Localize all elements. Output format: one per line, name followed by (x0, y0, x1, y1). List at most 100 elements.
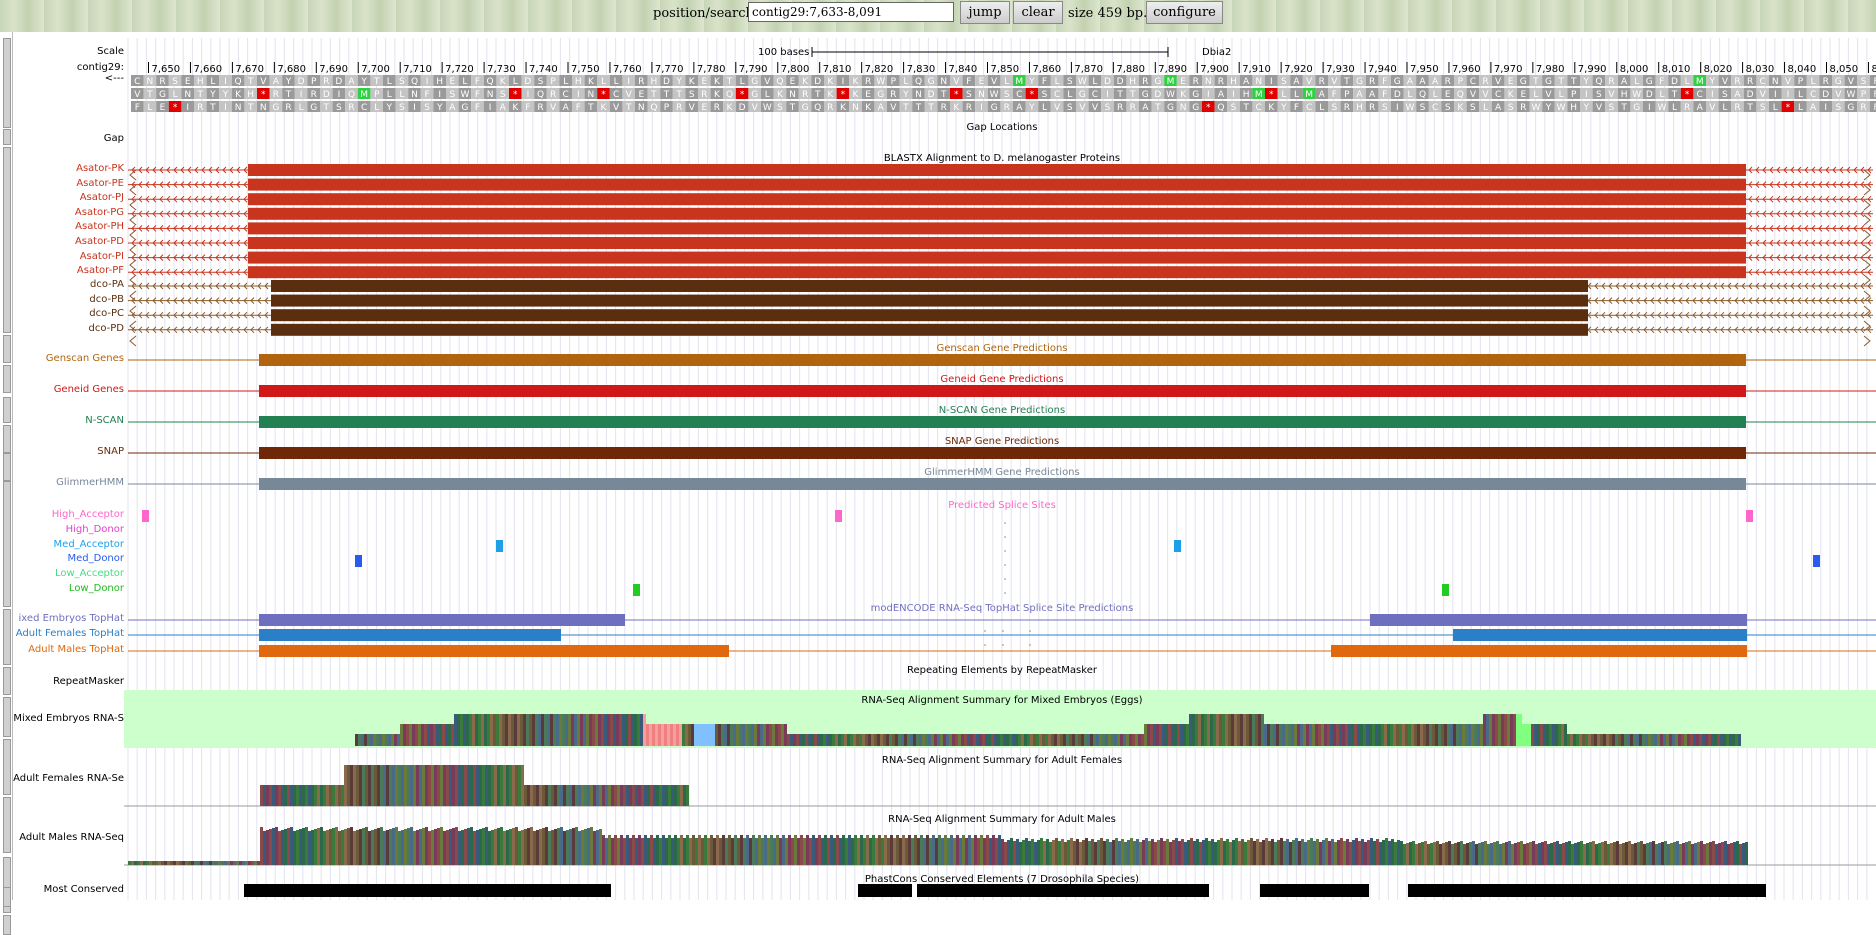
tophat-junction[interactable] (1453, 629, 1747, 641)
splice-row-label[interactable]: Low_Donor (69, 583, 124, 594)
tophat-junction[interactable] (1370, 614, 1747, 626)
nscan-label[interactable]: N-SCAN (85, 415, 124, 426)
track-image[interactable]: 100 bases Dbia27,650 7,660 7,670 7,680 7,690 7… (101, 32, 1876, 900)
asator-label[interactable]: Asator-PK (76, 163, 124, 174)
coverage-bar (1171, 724, 1174, 746)
blastx-alignment-block[interactable] (248, 251, 1746, 264)
asator-label[interactable]: Asator-PJ (80, 192, 124, 203)
splice-site-marker[interactable] (142, 510, 149, 522)
position-search-input[interactable] (748, 2, 954, 22)
track-toggle-button[interactable] (3, 797, 11, 853)
track-toggle-button[interactable] (3, 38, 11, 128)
track-toggle-button[interactable] (3, 481, 11, 607)
configure-button[interactable]: configure (1146, 1, 1223, 24)
tophat-row-label[interactable]: Adult Females TopHat (16, 628, 124, 639)
track-toggle-button[interactable] (3, 739, 11, 795)
amino-acid-letter: T (197, 90, 204, 100)
amino-acid-letter: L (173, 90, 178, 100)
blastx-alignment-block[interactable] (248, 237, 1746, 249)
jump-button[interactable]: jump (960, 1, 1010, 24)
dco-label[interactable]: dco-PD (89, 323, 125, 334)
track-toggle-button[interactable] (3, 453, 11, 481)
scale-label[interactable]: Scale (97, 46, 124, 57)
blastx-alignment-block[interactable] (271, 309, 1588, 322)
ruler-tick-label: 7,770 (655, 64, 684, 75)
track-toggle-button[interactable] (3, 697, 11, 737)
clear-button[interactable]: clear (1013, 1, 1063, 24)
track-toggle-button[interactable] (3, 335, 11, 363)
snap-gene-block[interactable] (259, 447, 1746, 459)
asator-label[interactable]: Asator-PE (76, 178, 124, 189)
track-toggle-button[interactable] (3, 609, 11, 665)
track-toggle-button[interactable] (3, 147, 11, 333)
splice-site-marker[interactable] (496, 540, 503, 552)
blastx-alignment-block[interactable] (271, 280, 1588, 292)
asator-label[interactable]: Asator-PI (80, 251, 124, 262)
tophat-row-label[interactable]: ixed Embryos TopHat (19, 613, 124, 624)
rna-embryo-label[interactable]: Mixed Embryos RNA-S (13, 713, 124, 724)
geneid-gene-block[interactable] (259, 385, 1746, 397)
conserved-element[interactable] (1260, 884, 1369, 897)
asator-label[interactable]: Asator-PH (75, 221, 124, 232)
splice-site-marker[interactable] (1813, 555, 1820, 567)
track-toggle-button[interactable] (3, 667, 11, 695)
tophat-junction[interactable] (259, 645, 729, 657)
blastx-alignment-block[interactable] (271, 294, 1588, 307)
contig-label[interactable]: contig29: (77, 62, 124, 73)
conserved-element[interactable] (858, 884, 912, 897)
rna-females-label[interactable]: Adult Females RNA-Se (13, 773, 124, 784)
track-toggle-button[interactable] (3, 129, 11, 145)
snap-label[interactable]: SNAP (97, 446, 124, 457)
gap-label[interactable]: Gap (104, 133, 124, 144)
nscan-gene-block[interactable] (259, 416, 1746, 428)
blastx-alignment-block[interactable] (248, 266, 1746, 279)
coverage-bar (521, 765, 524, 806)
blastx-alignment-block[interactable] (271, 323, 1588, 336)
blastx-alignment-block[interactable] (248, 222, 1746, 235)
splice-row-label[interactable]: High_Acceptor (52, 509, 124, 520)
tophat-junction[interactable] (1331, 645, 1747, 657)
track-toggle-button[interactable] (3, 365, 11, 393)
splice-site-marker[interactable] (633, 584, 640, 596)
genscan-gene-block[interactable] (259, 354, 1746, 366)
phastcons-label[interactable]: Most Conserved (44, 884, 124, 895)
asator-label[interactable]: Asator-PF (77, 265, 124, 276)
coverage-bar (557, 785, 560, 806)
track-toggle-button[interactable] (3, 887, 11, 907)
dco-label[interactable]: dco-PA (90, 279, 124, 290)
asator-label[interactable]: Asator-PD (75, 236, 124, 247)
blastx-alignment-block[interactable] (248, 193, 1746, 206)
splice-row-label[interactable]: Med_Donor (67, 553, 124, 564)
track-toggle-button[interactable] (3, 915, 11, 935)
strand-label[interactable]: <--- (105, 73, 124, 84)
tophat-junction[interactable] (259, 614, 625, 626)
conserved-element[interactable] (1408, 884, 1766, 897)
splice-row-label[interactable]: High_Donor (66, 524, 124, 535)
splice-site-marker[interactable] (355, 555, 362, 567)
splice-site-marker[interactable] (1442, 584, 1449, 596)
blastx-alignment-block[interactable] (248, 178, 1746, 191)
splice-site-marker[interactable] (1746, 510, 1753, 522)
blastx-alignment-block[interactable] (248, 164, 1746, 176)
glimmer-label[interactable]: GlimmerHMM (56, 477, 124, 488)
blastx-alignment-block[interactable] (248, 207, 1746, 220)
track-toggle-button[interactable] (3, 425, 11, 453)
splice-site-marker[interactable] (835, 510, 842, 522)
track-toggle-button[interactable] (3, 397, 11, 423)
splice-site-marker[interactable] (1174, 540, 1181, 552)
dco-label[interactable]: dco-PC (89, 308, 124, 319)
glimmer-gene-block[interactable] (259, 478, 1746, 490)
genscan-label[interactable]: Genscan Genes (46, 353, 124, 364)
conserved-element[interactable] (917, 884, 1209, 897)
splice-row-label[interactable]: Med_Acceptor (54, 539, 124, 550)
tophat-junction[interactable] (259, 629, 561, 641)
rna-males-label[interactable]: Adult Males RNA-Seq (19, 832, 124, 843)
geneid-label[interactable]: Geneid Genes (54, 384, 124, 395)
splice-row-label[interactable]: Low_Acceptor (55, 568, 124, 579)
dco-label[interactable]: dco-PB (89, 294, 124, 305)
asator-label[interactable]: Asator-PG (75, 207, 124, 218)
conserved-element[interactable] (244, 884, 611, 897)
tophat-row-label[interactable]: Adult Males TopHat (28, 644, 124, 655)
coverage-bar (614, 785, 617, 806)
repeat-label[interactable]: RepeatMasker (53, 676, 124, 687)
